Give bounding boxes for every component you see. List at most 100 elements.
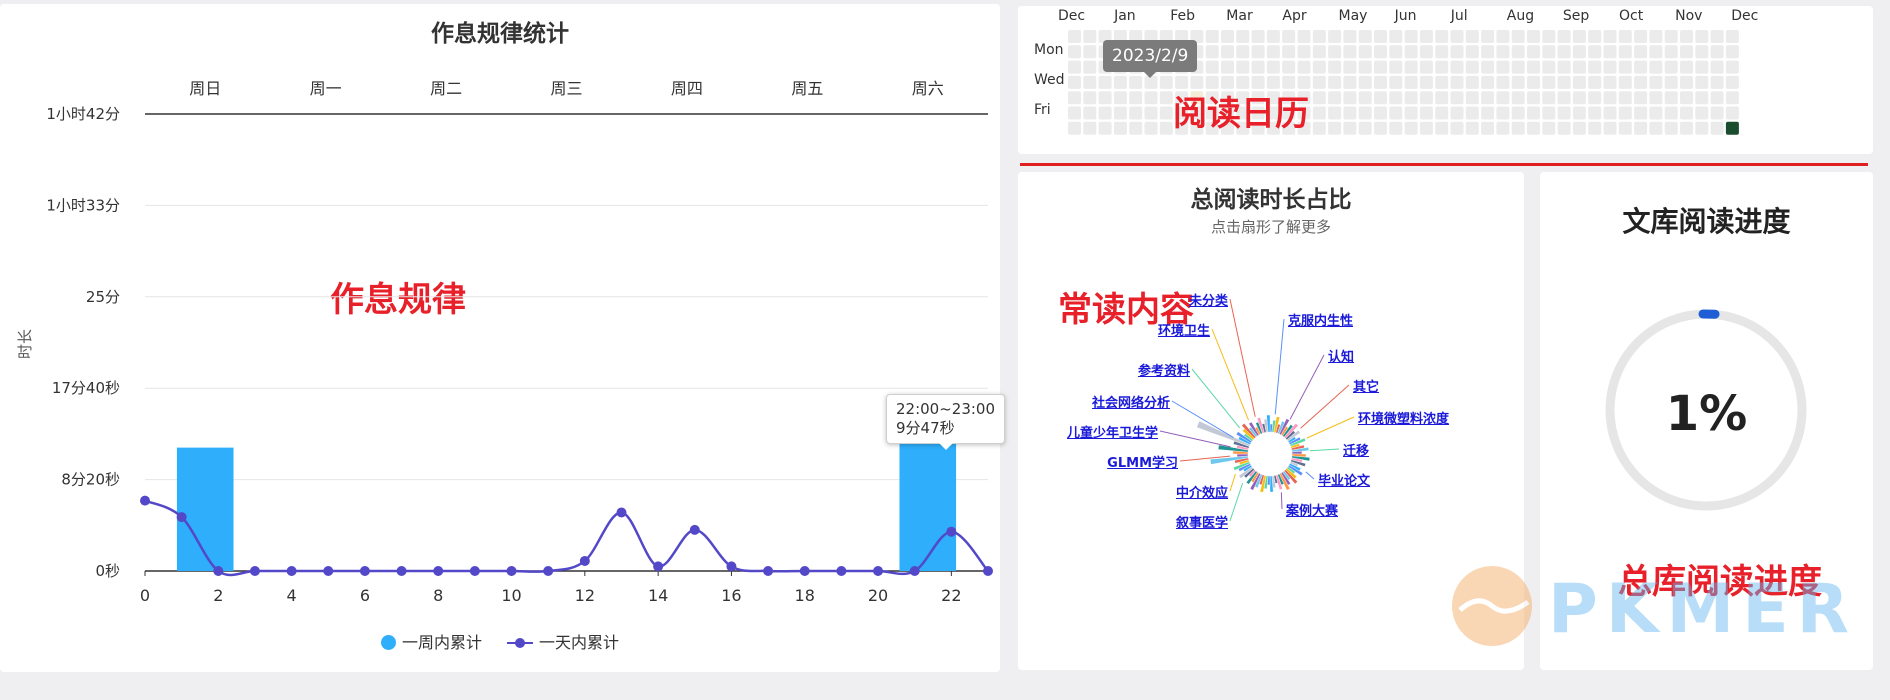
calendar-cell <box>1419 60 1433 74</box>
calendar-cell <box>1710 60 1724 74</box>
calendar-cell <box>1481 45 1495 59</box>
calendar-cell <box>1328 60 1342 74</box>
calendar-cell <box>1312 91 1326 105</box>
calendar-cell <box>1113 106 1127 120</box>
calendar-cell <box>1205 45 1219 59</box>
category-label: 周一 <box>310 79 342 98</box>
calendar-cell <box>1389 30 1403 43</box>
pie-slice-label[interactable]: 其它 <box>1353 376 1379 395</box>
calendar-cell <box>1450 45 1464 59</box>
calendar-cell <box>1221 30 1234 43</box>
calendar-cell <box>1435 75 1449 89</box>
calendar-cell <box>1481 60 1495 74</box>
pie-slice-label[interactable]: 参考资料 <box>1138 360 1190 379</box>
pie-leader-line <box>1305 471 1315 480</box>
x-tick-label: 22 <box>941 586 961 605</box>
pie-slice-label[interactable]: 迁移 <box>1343 440 1369 459</box>
calendar-cell <box>1465 45 1479 59</box>
category-label: 周三 <box>550 79 582 98</box>
calendar-cell <box>1328 45 1342 59</box>
pie-slice-label[interactable]: 社会网络分析 <box>1092 392 1170 411</box>
calendar-cell <box>1404 60 1418 74</box>
calendar-cell <box>1343 91 1357 105</box>
calendar-cell <box>1725 106 1739 120</box>
pie-slice-label[interactable]: 认知 <box>1328 346 1354 365</box>
category-label: 周四 <box>671 79 703 98</box>
calendar-cell <box>1557 75 1571 89</box>
calendar-cell <box>1297 30 1311 43</box>
calendar-cell <box>1282 45 1296 59</box>
calendar-cell <box>1374 45 1387 59</box>
calendar-cell <box>1068 75 1081 89</box>
calendar-cell <box>1557 106 1571 120</box>
calendar-cell <box>1634 91 1648 105</box>
calendar-cell <box>1328 91 1342 105</box>
pie-slice-label[interactable]: 儿童少年卫生学 <box>1067 422 1158 441</box>
daily-line <box>144 499 989 577</box>
calendar-cell <box>1680 45 1693 59</box>
calendar-cell <box>1450 30 1464 43</box>
calendar-cell <box>1603 30 1617 43</box>
calendar-cell <box>1664 106 1678 120</box>
calendar-cell <box>1435 45 1449 59</box>
calendar-cell <box>1603 121 1617 135</box>
calendar-cell <box>1618 60 1632 74</box>
calendar-cell <box>1511 106 1525 120</box>
calendar-cell <box>1389 45 1403 59</box>
calendar-cell <box>1236 60 1250 74</box>
pie-slice-label[interactable]: 叙事医学 <box>1176 512 1228 531</box>
calendar-cell <box>1542 121 1556 135</box>
pie-slice-label[interactable]: 环境微塑料浓度 <box>1358 408 1449 427</box>
x-tick-label: 16 <box>721 586 741 605</box>
legend-item-weekly[interactable]: 一周内累计 <box>380 629 482 653</box>
calendar-cell <box>1695 75 1709 89</box>
pie-slice-label[interactable]: 中介效应 <box>1176 482 1228 501</box>
calendar-cell <box>1603 75 1617 89</box>
calendar-cell <box>1312 30 1326 43</box>
calendar-cell <box>1496 45 1510 59</box>
calendar-cell <box>1618 91 1632 105</box>
calendar-cell <box>1618 75 1632 89</box>
calendar-cell <box>1419 91 1433 105</box>
calendar-cell <box>1343 45 1357 59</box>
calendar-cell <box>1068 106 1081 120</box>
x-tick-label: 0 <box>140 586 150 605</box>
legend-item-daily[interactable]: 一天内累计 <box>507 629 619 653</box>
pie-slice-label[interactable]: 克服内生性 <box>1288 310 1353 329</box>
pie-leader-line <box>1211 328 1250 421</box>
pie-slice-label[interactable]: 未分类 <box>1189 290 1228 309</box>
calendar-cell <box>1098 106 1112 120</box>
calendar-cell <box>1527 30 1540 43</box>
daily-point <box>176 512 187 523</box>
calendar-cell <box>1557 45 1571 59</box>
calendar-cell <box>1159 121 1173 135</box>
calendar-cell <box>1358 30 1372 43</box>
daily-point <box>946 526 957 537</box>
calendar-cell <box>1435 121 1449 135</box>
calendar-cell <box>1358 60 1372 74</box>
calendar-cell <box>1542 45 1556 59</box>
daily-point <box>359 566 370 576</box>
pie-slice-label[interactable]: 案例大赛 <box>1286 500 1338 519</box>
pie-slice-label[interactable]: GLMM学习 <box>1107 452 1178 471</box>
calendar-cell <box>1588 30 1602 43</box>
pie-leader-line <box>1229 298 1256 417</box>
calendar-cell <box>1649 30 1663 43</box>
calendar-cell <box>1098 121 1112 135</box>
activity-card: 作息规律统计 作息规律 0秒 8分20秒 17分40秒 25分 1小时33分 1小时42分… <box>0 4 1006 672</box>
calendar-cell <box>1649 91 1663 105</box>
calendar-cell <box>1588 91 1602 105</box>
calendar-cell <box>1419 30 1433 43</box>
pie-slice-label[interactable]: 环境卫生 <box>1158 320 1210 339</box>
calendar-cell <box>1068 91 1081 105</box>
calendar-cell <box>1664 60 1678 74</box>
calendar-cell <box>1511 75 1525 89</box>
calendar-cell <box>1465 60 1479 74</box>
calendar-cell <box>1618 30 1632 43</box>
calendar-cell <box>1496 30 1510 43</box>
calendar-cell <box>1664 91 1678 105</box>
pie-slice-label[interactable]: 毕业论文 <box>1318 470 1370 489</box>
calendar-cell <box>1664 30 1678 43</box>
calendar-cell <box>1343 60 1357 74</box>
calendar-cell <box>1374 60 1387 74</box>
